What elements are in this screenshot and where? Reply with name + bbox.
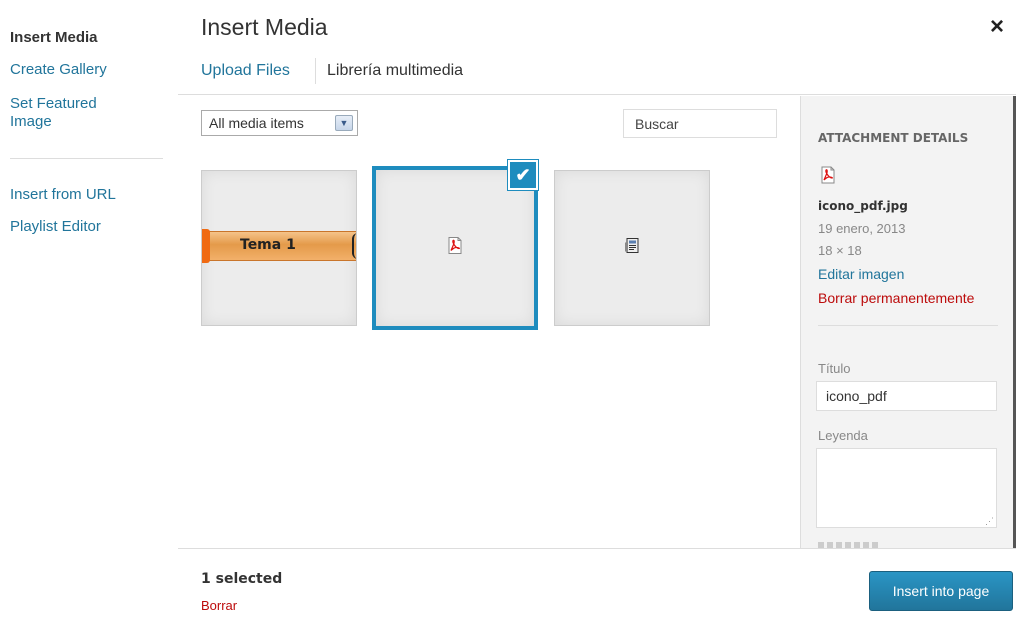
insert-into-page-button[interactable]: Insert into page: [869, 571, 1013, 611]
edit-image-link[interactable]: Editar imagen: [818, 266, 904, 282]
resize-grip-icon[interactable]: ⋰: [985, 516, 994, 527]
frame-title: Insert Media: [201, 14, 328, 40]
attachment-details-sidebar: ATTACHMENT DETAILS icono_pdf.jpg 19 ener…: [800, 96, 1016, 548]
title-label: Título: [818, 361, 851, 376]
details-separator: [818, 325, 998, 326]
document-icon: [623, 237, 641, 260]
menu-item-create-gallery[interactable]: Create Gallery: [10, 61, 107, 79]
title-field[interactable]: [816, 381, 997, 411]
media-filter-value: All media items: [209, 115, 304, 131]
checkmark-icon: ✔: [515, 164, 531, 185]
delete-permanently-link[interactable]: Borrar permanentemente: [818, 290, 974, 306]
media-toolbar: 1 selected Borrar Insert into page: [178, 548, 1016, 617]
menu-item-playlist-editor[interactable]: Playlist Editor: [10, 218, 101, 236]
pdf-icon: [819, 166, 837, 189]
attachment-thumbnail[interactable]: [554, 170, 710, 326]
menu-separator: [10, 158, 163, 159]
tema-image-end: [352, 233, 356, 259]
attachment-filename: icono_pdf.jpg: [818, 199, 908, 213]
attachment-thumbnail[interactable]: Tema 1: [201, 170, 357, 326]
tab-upload-files[interactable]: Upload Files: [201, 62, 290, 80]
attachment-image-text: Tema 1: [240, 237, 296, 253]
pdf-icon: [446, 237, 464, 260]
attachment-dimensions: 18 × 18: [818, 243, 862, 258]
attachment-thumbnail-selected[interactable]: [372, 166, 538, 330]
attachment-details-heading: ATTACHMENT DETAILS: [818, 131, 969, 145]
media-router: Upload Files Librería multimedia: [178, 50, 1016, 95]
clear-selection-link[interactable]: Borrar: [201, 598, 237, 613]
menu-item-set-featured-image[interactable]: Set Featured Image: [10, 95, 97, 131]
tab-media-library[interactable]: Librería multimedia: [327, 62, 463, 80]
media-filter-select[interactable]: All media items ▼: [201, 110, 358, 136]
media-frame-menu: Insert Media Create Gallery Set Featured…: [0, 0, 178, 617]
tab-separator: [315, 58, 316, 84]
menu-item-insert-from-url[interactable]: Insert from URL: [10, 186, 116, 204]
caption-field[interactable]: [816, 448, 997, 528]
tema-image-cap: [202, 229, 210, 263]
close-icon: ×: [990, 13, 1005, 40]
insert-media-modal: Insert Media Create Gallery Set Featured…: [0, 0, 1016, 617]
attachment-date: 19 enero, 2013: [818, 221, 906, 236]
selection-count: 1 selected: [201, 571, 283, 587]
caption-label: Leyenda: [818, 428, 868, 443]
close-button[interactable]: ×: [990, 14, 1004, 40]
menu-item-insert-media[interactable]: Insert Media: [10, 29, 98, 47]
deselect-check-button[interactable]: ✔: [508, 160, 538, 190]
search-input[interactable]: [623, 109, 777, 138]
menu-item-label-line-1: Set Featured: [10, 95, 97, 112]
attachments-browser: All media items ▼ Tema 1 ✔: [178, 96, 800, 548]
chevron-down-icon: ▼: [335, 115, 353, 131]
menu-item-label-line-2: Image: [10, 113, 52, 130]
